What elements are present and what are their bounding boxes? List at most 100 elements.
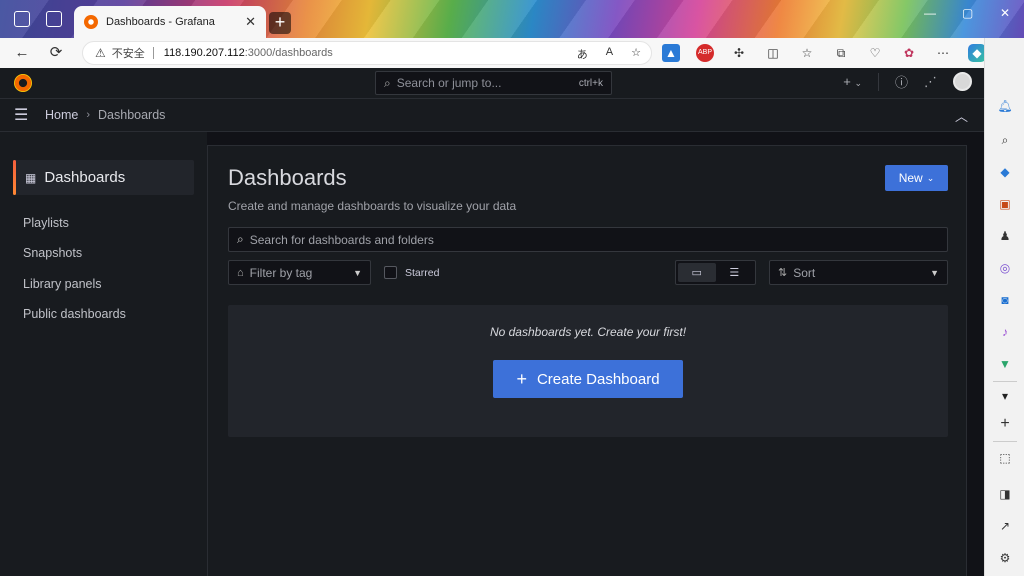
grafana-logo-icon[interactable] [14,74,32,92]
empty-state: No dashboards yet. Create your first! + … [228,305,948,437]
news-feed-icon[interactable]: ⋰ [924,74,937,90]
menu-hamburger-icon[interactable]: ☰ [14,105,32,125]
heart-extension-icon[interactable]: ♡ [866,44,884,62]
sidebar-divider-2 [993,441,1017,442]
chevron-down-icon: ⌄ [926,172,935,183]
back-arrow-icon[interactable]: ← [10,41,34,65]
starred-label: Starred [405,266,440,279]
profile-extension-icon[interactable]: ▲ [662,44,680,62]
new-button[interactable]: New ⌄ [885,165,948,191]
designer-icon[interactable]: ♪ [995,322,1015,342]
chevron-down-icon[interactable]: ▾ [995,386,1015,406]
drop-icon[interactable]: ▼ [995,354,1015,374]
tab-title: Dashboards - Grafana [106,16,215,28]
empty-message: No dashboards yet. Create your first! [489,325,687,339]
maximize-button[interactable]: ▢ [962,6,973,20]
sidebar-item-snapshots[interactable]: Snapshots [23,246,82,260]
tag-icon: ⌂ [237,266,244,279]
bell-icon[interactable]: 🔔︎ [995,96,1015,116]
warning-icon: ⚠ [95,46,106,60]
refresh-icon[interactable]: ⟳ [44,41,68,65]
favorite-star-icon[interactable]: ☆ [631,46,641,62]
global-search-placeholder: Search or jump to... [396,76,502,90]
page-title: Dashboards [228,165,347,190]
search-sidebar-icon[interactable]: ⌕ [995,130,1015,150]
sidebar-item-playlists[interactable]: Playlists [23,216,69,230]
url-host: 118.190.207.112 [163,47,245,59]
url-separator [152,47,154,59]
dashboard-search-input[interactable]: ⌕ Search for dashboards and folders [228,227,948,252]
tab-close-icon[interactable]: ✕ [245,14,256,30]
favorites-icon[interactable]: ☆ [798,44,816,62]
close-window-button[interactable]: ✕ [1000,6,1010,20]
folder-view-icon[interactable]: ▭ [678,263,716,282]
top-nav-actions: + ⌄ ⓘ ⋰ [843,72,972,91]
sidebar-item-library-panels[interactable]: Library panels [23,277,102,291]
tag-filter-placeholder: Filter by tag [249,265,313,280]
url-path: :3000/dashboards [244,47,333,59]
games-icon[interactable]: ♟ [995,226,1015,246]
global-search-input[interactable]: ⌕ Search or jump to... ctrl+k [375,71,612,95]
add-sidebar-app-icon[interactable]: + [995,414,1015,434]
browser-sidebar: 🔔︎ ⌕ ◆ ▣ ♟ ◎ ◙ ♪ ▼ ▾ + ⬚ ◨ ↗ ⚙ [984,38,1024,576]
sidebar-toggle-icon[interactable]: ◨ [995,484,1015,504]
read-aloud-icon[interactable]: A [606,46,613,62]
shopping-tag-icon[interactable]: ◆ [995,162,1015,182]
dashboard-search-placeholder: Search for dashboards and folders [249,232,434,247]
tag-filter-select[interactable]: ⌂ Filter by tag ▼ [228,260,371,285]
add-new-button[interactable]: + ⌄ [843,74,862,89]
settings-gear-icon[interactable]: ⚙ [995,548,1015,568]
screenshot-icon[interactable]: ⬚ [995,448,1015,468]
dashboards-main-panel: Dashboards Create and manage dashboards … [207,145,967,576]
m365-icon[interactable]: ◎ [995,258,1015,278]
breadcrumb-separator: › [86,109,91,121]
sort-placeholder: Sort [793,265,816,280]
more-options-icon[interactable]: ⋯ [934,44,952,62]
open-external-icon[interactable]: ↗ [995,516,1015,536]
sort-icon: ⇅ [778,267,788,279]
starred-checkbox[interactable] [384,266,397,279]
address-bar[interactable]: ⚠ 不安全 118.190.207.112 :3000/dashboards あ… [82,41,652,65]
sidebar-section-dashboards[interactable]: ▦ Dashboards [13,160,194,195]
help-icon[interactable]: ⓘ [895,72,908,91]
apps-grid-icon: ▦ [25,170,37,185]
collapse-chevron-icon[interactable]: ︿ [955,106,968,125]
search-icon: ⌕ [384,75,391,90]
grafana-top-nav: ⌕ Search or jump to... ctrl+k + ⌄ ⓘ ⋰ [0,68,984,99]
sidebar-item-public-dashboards[interactable]: Public dashboards [23,307,126,321]
breadcrumb-current: Dashboards [98,108,166,122]
anime-extension-icon[interactable]: ✿ [900,44,918,62]
plus-icon: + [843,74,851,89]
new-button-label: New [898,171,923,185]
chevron-down-icon: ▼ [930,267,939,278]
browser-tab-grafana[interactable]: Dashboards - Grafana ✕ [74,6,266,38]
tools-icon[interactable]: ▣ [995,194,1015,214]
list-view-icon[interactable]: ☰ [716,263,754,282]
insecure-label: 不安全 [111,48,145,60]
grafana-favicon-icon [84,15,98,29]
user-avatar[interactable] [953,72,972,91]
sidebar-divider [993,381,1017,382]
view-mode-toggle: ▭ ☰ [675,260,756,285]
keyboard-shortcut: ctrl+k [578,77,603,89]
starred-filter[interactable]: Starred [384,266,439,279]
nav-separator [877,72,879,91]
workspaces-icon[interactable] [14,11,30,27]
new-tab-button[interactable]: + [269,12,291,34]
minimize-button[interactable]: — [924,6,936,20]
collections-icon[interactable]: ⧉ [832,44,850,62]
outlook-icon[interactable]: ◙ [995,290,1015,310]
translate-icon[interactable]: あ [577,46,588,62]
create-dashboard-button[interactable]: + Create Dashboard [493,360,683,398]
sidebar-section-label: Dashboards [44,169,126,186]
adblock-icon[interactable]: ABP [696,44,714,62]
breadcrumb-home[interactable]: Home [45,108,78,122]
plus-icon: + [516,369,527,389]
browser-tab-strip: Dashboards - Grafana ✕ + — ▢ ✕ [0,0,1024,38]
sort-select[interactable]: ⇅ Sort ▼ [769,260,948,285]
chevron-down-icon: ⌄ [854,78,862,88]
extensions-puzzle-icon[interactable]: ✣ [730,44,748,62]
split-screen-icon[interactable]: ◫ [764,44,782,62]
tab-actions-icon[interactable] [46,11,62,27]
browser-toolbar: ← ⟳ ⚠ 不安全 118.190.207.112 :3000/dashboar… [0,38,986,68]
